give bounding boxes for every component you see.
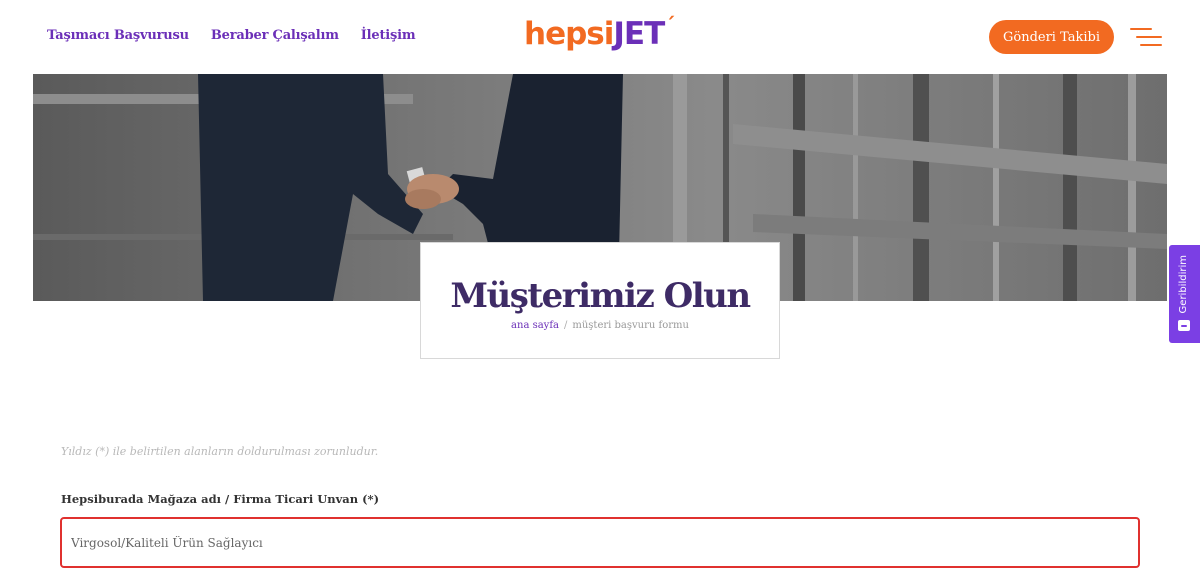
feedback-tab-label: Geribildirim (1178, 255, 1189, 314)
breadcrumb-home-link[interactable]: ana sayfa (511, 320, 559, 331)
breadcrumb-current: müşteri başvuru formu (572, 320, 689, 331)
shipment-tracking-button[interactable]: Gönderi Takibi (989, 20, 1114, 54)
hepsijet-logo[interactable]: hepsiJET´ (524, 13, 675, 57)
nav-work-with-us[interactable]: Beraber Çalışalım (211, 28, 339, 43)
hamburger-menu-icon[interactable] (1130, 28, 1162, 48)
breadcrumb-separator: / (564, 320, 568, 331)
nav-contact[interactable]: İletişim (361, 28, 416, 43)
top-nav: Taşımacı Başvurusu Beraber Çalışalım İle… (47, 28, 416, 43)
site-header: Taşımacı Başvurusu Beraber Çalışalım İle… (0, 0, 1200, 74)
required-fields-note: Yıldız (*) ile belirtilen alanların dold… (61, 445, 379, 458)
page-title: Müşterimiz Olun (450, 276, 751, 316)
feedback-tab[interactable]: Geribildirim (1169, 245, 1200, 343)
store-name-input[interactable] (60, 517, 1140, 568)
feedback-icon (1178, 320, 1190, 331)
nav-carrier-application[interactable]: Taşımacı Başvurusu (47, 28, 189, 43)
breadcrumb: ana sayfa / müşteri başvuru formu (421, 320, 779, 331)
page-title-card: Müşterimiz Olun ana sayfa / müşteri başvur… (420, 242, 780, 359)
store-name-label: Hepsiburada Mağaza adı / Firma Ticari Un… (61, 492, 380, 506)
